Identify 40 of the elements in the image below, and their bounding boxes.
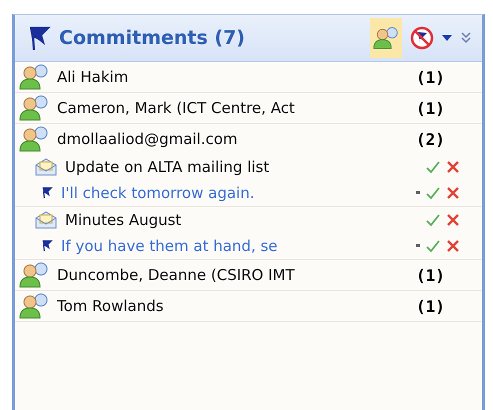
check-icon[interactable] xyxy=(426,213,440,227)
contact-name[interactable]: Tom Rowlands xyxy=(57,297,408,315)
dash-icon xyxy=(416,244,420,248)
check-icon[interactable] xyxy=(426,160,440,174)
contact-icon xyxy=(19,64,49,90)
dash-icon xyxy=(416,191,420,195)
contact-name[interactable]: Ali Hakim xyxy=(57,68,408,86)
contact-icon xyxy=(19,293,49,319)
dropdown-caret-icon[interactable] xyxy=(442,35,452,41)
contact-icon xyxy=(19,126,49,152)
flag-icon xyxy=(41,187,53,199)
commitment-count: (2) xyxy=(416,130,446,148)
contacts-filter-button[interactable] xyxy=(370,18,402,58)
contact-name[interactable]: Duncombe, Deanne (CSIRO IMT xyxy=(57,266,408,284)
chevron-double-icon[interactable] xyxy=(460,32,472,44)
message-subject[interactable]: Minutes August xyxy=(65,211,418,229)
commitment-count: (1) xyxy=(416,266,446,284)
contact-name[interactable]: dmollaaliod@gmail.com xyxy=(57,130,408,148)
commitment-note[interactable]: I'll check tomorrow again. xyxy=(61,184,408,202)
panel-title: Commitments (7) xyxy=(59,27,246,49)
delete-icon[interactable] xyxy=(446,186,460,200)
envelope-icon xyxy=(35,211,57,229)
delete-icon[interactable] xyxy=(446,160,460,174)
message-subject[interactable]: Update on ALTA mailing list xyxy=(65,158,418,176)
contact-name[interactable]: Cameron, Mark (ICT Centre, Act xyxy=(57,99,408,117)
flag-icon xyxy=(41,240,53,252)
contact-icon xyxy=(19,262,49,288)
commitment-note[interactable]: If you have them at hand, se xyxy=(61,237,408,255)
delete-icon[interactable] xyxy=(446,213,460,227)
check-icon[interactable] xyxy=(426,239,440,253)
no-flag-icon[interactable] xyxy=(410,26,434,50)
check-icon[interactable] xyxy=(426,186,440,200)
flag-icon xyxy=(27,25,51,51)
contact-icon xyxy=(373,26,399,50)
commitment-count: (1) xyxy=(416,98,446,118)
commitment-count: (1) xyxy=(416,296,446,316)
envelope-icon xyxy=(35,158,57,176)
contact-icon xyxy=(19,95,49,121)
delete-icon[interactable] xyxy=(446,239,460,253)
commitment-count: (1) xyxy=(416,68,446,86)
